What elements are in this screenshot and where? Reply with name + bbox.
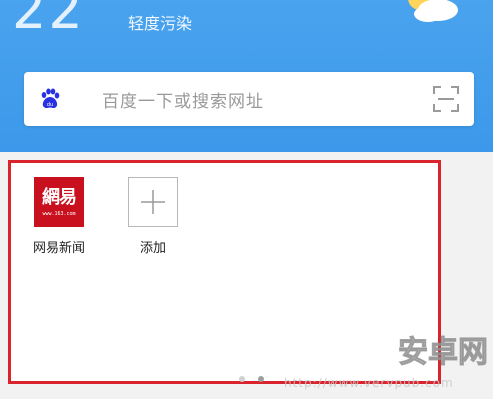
partly-cloudy-icon[interactable] (404, 0, 460, 24)
air-quality-label[interactable]: 轻度污染 (128, 10, 192, 34)
add-tile-box (128, 177, 178, 227)
search-bar[interactable]: du 百度一下或搜索网址 (24, 72, 474, 126)
scan-icon[interactable] (432, 85, 460, 113)
tile-label-netease-news: 网易新闻 (32, 241, 85, 256)
quick-access-panel: 網易 www.163.com 网易新闻 添加 (8, 160, 441, 384)
netease-logo-text: 網易 (42, 187, 77, 208)
quick-access-tile-netease-news[interactable]: 網易 www.163.com 网易新闻 (23, 177, 95, 256)
watermark-url[interactable]: http://www.vervpub.com (284, 376, 454, 390)
page-dot-1 (239, 376, 245, 382)
weather-header: 22 轻度污染 du 百度一下或搜索网址 (0, 0, 493, 152)
quick-access-add-button[interactable]: 添加 (117, 177, 189, 256)
temperature-display[interactable]: 22 (12, 0, 85, 41)
netease-logo-subtext: www.163.com (42, 211, 76, 217)
watermark-logo[interactable]: 安卓网 (398, 330, 488, 371)
tile-label-add: 添加 (139, 241, 166, 256)
plus-icon (141, 190, 165, 214)
page-dot-2 (258, 376, 265, 382)
watermark-logo-text: 安卓网 (398, 335, 488, 370)
baidu-du-mark: du (47, 102, 53, 108)
baidu-paw-icon: du (41, 88, 60, 109)
page-indicator[interactable] (239, 367, 272, 382)
netease-logo-icon: 網易 www.163.com (34, 177, 84, 227)
search-input[interactable]: 百度一下或搜索网址 (102, 87, 264, 112)
